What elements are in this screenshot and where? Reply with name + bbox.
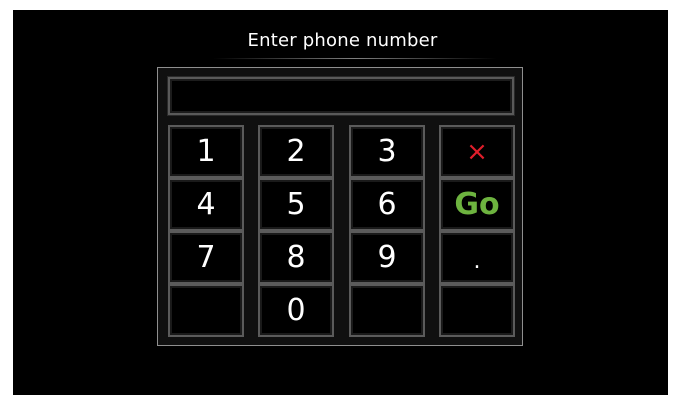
- title-divider: [213, 58, 497, 59]
- key-blank-right: [439, 284, 515, 337]
- key-0[interactable]: 0: [258, 284, 334, 337]
- key-1-label: 1: [196, 133, 216, 169]
- close-icon: ×: [466, 136, 488, 167]
- key-1[interactable]: 1: [168, 125, 244, 178]
- keypad-panel: 1 2 3 × 4 5 6 Go 7 8 9 . 0: [157, 67, 523, 346]
- key-4[interactable]: 4: [168, 178, 244, 231]
- key-3[interactable]: 3: [349, 125, 425, 178]
- key-5[interactable]: 5: [258, 178, 334, 231]
- key-6-label: 6: [377, 186, 397, 222]
- key-9-label: 9: [377, 239, 397, 275]
- key-2-label: 2: [286, 133, 306, 169]
- key-2[interactable]: 2: [258, 125, 334, 178]
- key-7-label: 7: [196, 239, 216, 275]
- page-title: Enter phone number: [247, 30, 438, 51]
- go-button-label: Go: [454, 186, 500, 222]
- go-button[interactable]: Go: [439, 178, 515, 231]
- key-7[interactable]: 7: [168, 231, 244, 284]
- key-5-label: 5: [286, 186, 306, 222]
- key-dot-label: .: [473, 248, 481, 274]
- kiosk-screen: Enter phone number 1 2 3 × 4 5 6 Go 7 8 …: [13, 10, 668, 395]
- key-0-label: 0: [286, 292, 306, 328]
- key-blank-middle: [349, 284, 425, 337]
- phone-number-display[interactable]: [168, 77, 514, 115]
- key-dot[interactable]: .: [439, 231, 515, 284]
- delete-button[interactable]: ×: [439, 125, 515, 178]
- key-blank-left: [168, 284, 244, 337]
- key-8-label: 8: [286, 239, 306, 275]
- key-3-label: 3: [377, 133, 397, 169]
- key-9[interactable]: 9: [349, 231, 425, 284]
- key-6[interactable]: 6: [349, 178, 425, 231]
- key-8[interactable]: 8: [258, 231, 334, 284]
- key-4-label: 4: [196, 186, 216, 222]
